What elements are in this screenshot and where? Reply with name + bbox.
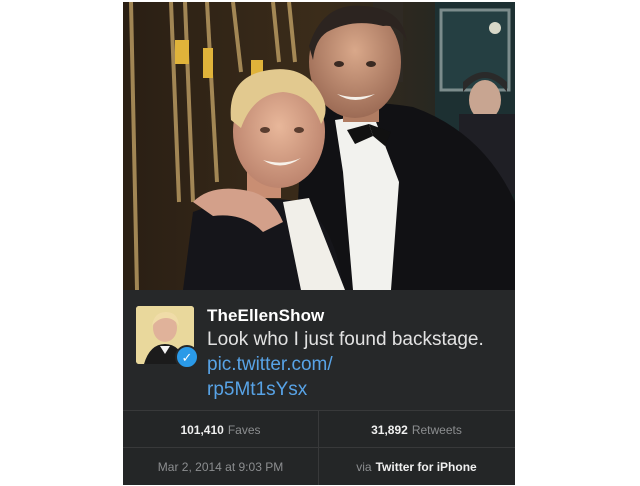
tweet-body: ✓ TheEllenShow Look who I just found bac… [123,290,515,410]
via-label: via [356,459,372,474]
verified-checkmark-icon: ✓ [175,345,199,369]
tweet-timestamp: Mar 2, 2014 at 9:03 PM [157,459,284,474]
tweet-photo[interactable] [123,2,515,290]
tweet-text: Look who I just found backstage. pic.twi… [207,327,507,402]
source-link[interactable]: Twitter for iPhone [376,460,477,474]
tweet-author-handle[interactable]: TheEllenShow [207,306,324,326]
retweets-stat[interactable]: 31,892 Retweets [319,411,514,448]
faves-count: 101,410 [180,422,224,437]
retweets-label: Retweets [411,422,462,437]
tweet-card: ✓ TheEllenShow Look who I just found bac… [123,2,515,485]
retweets-count: 31,892 [371,422,408,437]
backstage-photo [123,2,515,290]
tweet-source: via Twitter for iPhone [319,448,514,485]
faves-stat[interactable]: 101,410 Faves [123,411,318,448]
tweet-text-plain: Look who I just found backstage. [207,329,484,350]
faves-label: Faves [227,422,261,437]
tweet-meta: Mar 2, 2014 at 9:03 PM via Twitter for i… [123,447,515,485]
tweet-link[interactable]: pic.twitter.com/rp5Mt1sYsx [207,354,333,400]
tweet-stats: 101,410 Faves 31,892 Retweets [123,410,515,448]
